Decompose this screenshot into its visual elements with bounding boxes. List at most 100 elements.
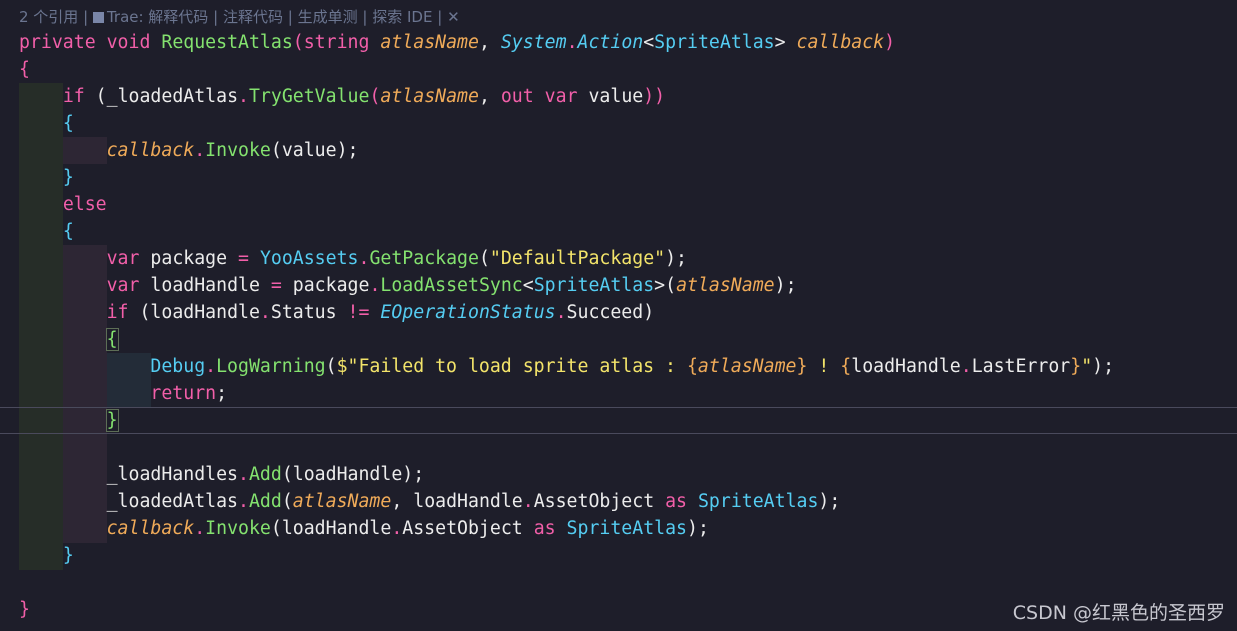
code-token: ); [665,248,688,269]
code-token: ); [402,464,425,485]
code-token: . [358,248,370,269]
code-token: )) [643,86,666,107]
code-token: Debug [150,356,206,377]
code-token: { [686,356,698,377]
code-line[interactable]: if (_loadedAtlas.TryGetValue(atlasName, … [19,83,665,110]
code-token: ( [128,302,151,323]
code-line[interactable]: _loadedAtlas.Add(atlasName, loadHandle.A… [19,488,841,515]
code-token: loadHandle [851,356,961,377]
code-line[interactable]: } [19,164,74,191]
code-line[interactable]: callback.Invoke(loadHandle.AssetObject a… [19,515,709,542]
code-token: if [106,302,129,323]
generate-tests-link[interactable]: 生成单测 [298,8,358,26]
code-token: loadHandle [150,275,260,296]
code-token: callback [106,518,195,539]
code-token: loadHandle [413,491,523,512]
code-token: var [106,275,140,296]
code-token: . [960,356,972,377]
code-token: SpriteAtlas [533,275,655,296]
current-line-border [0,407,1237,408]
code-token: } [62,545,74,566]
codelens-separator: | [213,8,219,26]
code-token: . [566,32,578,53]
code-line[interactable]: private void RequestAtlas(string atlasNa… [19,29,895,56]
code-token: , [478,86,490,107]
code-token: Invoke [205,518,271,539]
code-token: . [205,356,217,377]
code-line[interactable]: { [19,56,30,83]
code-token: SpriteAtlas [566,518,687,539]
code-line[interactable]: Debug.LogWarning($"Failed to load sprite… [19,353,1114,380]
code-token: callback [106,140,195,161]
close-icon[interactable]: ✕ [447,8,460,26]
code-token: { [19,59,30,80]
code-token: ( [84,86,107,107]
code-token: out [500,86,534,107]
code-token: AssetObject [533,491,655,512]
code-token: " [1081,356,1093,377]
code-token: , [391,491,403,512]
code-line[interactable]: callback.Invoke(value); [19,137,359,164]
code-token: ); [336,140,359,161]
explore-ide-link[interactable]: 探索 IDE [372,8,432,26]
code-token: RequestAtlas [161,32,293,53]
code-token: . [522,491,534,512]
code-line[interactable]: var package = YooAssets.GetPackage("Defa… [19,245,687,272]
code-line[interactable]: var loadHandle = package.LoadAssetSync<S… [19,272,797,299]
code-token: ( [270,518,282,539]
code-line[interactable]: return; [19,380,227,407]
code-token: atlasName [380,86,479,107]
code-line[interactable]: _loadHandles.Add(loadHandle); [19,461,425,488]
code-token: ( [292,32,304,53]
comment-code-link[interactable]: 注释代码 [223,8,283,26]
code-token: ( [478,248,490,269]
code-token: < [522,275,534,296]
code-token: atlasName [292,491,392,512]
code-line[interactable]: } [19,596,30,623]
code-line[interactable]: if (loadHandle.Status != EOperationStatu… [19,299,655,326]
code-line[interactable]: } [19,542,74,569]
code-token: AssetObject [402,518,523,539]
code-token: ( [325,356,337,377]
code-token: package [292,275,370,296]
code-token: { [840,356,852,377]
code-token: , [478,32,490,53]
code-line[interactable]: } [19,407,119,434]
codelens-separator: | [287,8,293,26]
trae-explain-link[interactable]: Trae: 解释代码 [92,8,208,26]
code-line[interactable]: else [19,191,107,218]
code-token: } [62,167,74,188]
code-token: else [62,194,107,215]
codelens-bar: 2 个引用 | Trae: 解释代码 | 注释代码 | 生成单测 | 探索 ID… [19,6,460,28]
code-token: ) [643,302,655,323]
code-token: var [106,248,140,269]
code-token: . [238,464,249,485]
code-token: _loadedAtlas [106,86,239,107]
code-token: TryGetValue [248,86,370,107]
code-line[interactable]: { [19,218,74,245]
codelens-separator: | [362,8,368,26]
trae-icon [92,12,104,23]
code-token: return [150,383,217,404]
code-token: Invoke [205,140,271,161]
code-token: { [62,113,74,134]
code-token: EOperationStatus [380,302,556,323]
code-token: >( [654,275,677,296]
code-token: ); [774,275,797,296]
code-token: ( [270,140,282,161]
code-token: as [533,518,556,539]
code-token: ( [281,464,293,485]
code-token: as [665,491,688,512]
references-link[interactable]: 2 个引用 [19,8,78,26]
code-token: ); [818,491,841,512]
code-line[interactable]: { [19,110,74,137]
code-line[interactable]: { [19,326,119,353]
code-token: != [347,302,370,323]
code-token: . [391,518,403,539]
code-token: $"Failed to load sprite atlas : [336,356,687,377]
code-token: ); [1092,356,1115,377]
code-token: . [194,518,206,539]
code-token: Action [577,32,644,53]
code-token: Status [270,302,337,323]
code-token: if [62,86,85,107]
